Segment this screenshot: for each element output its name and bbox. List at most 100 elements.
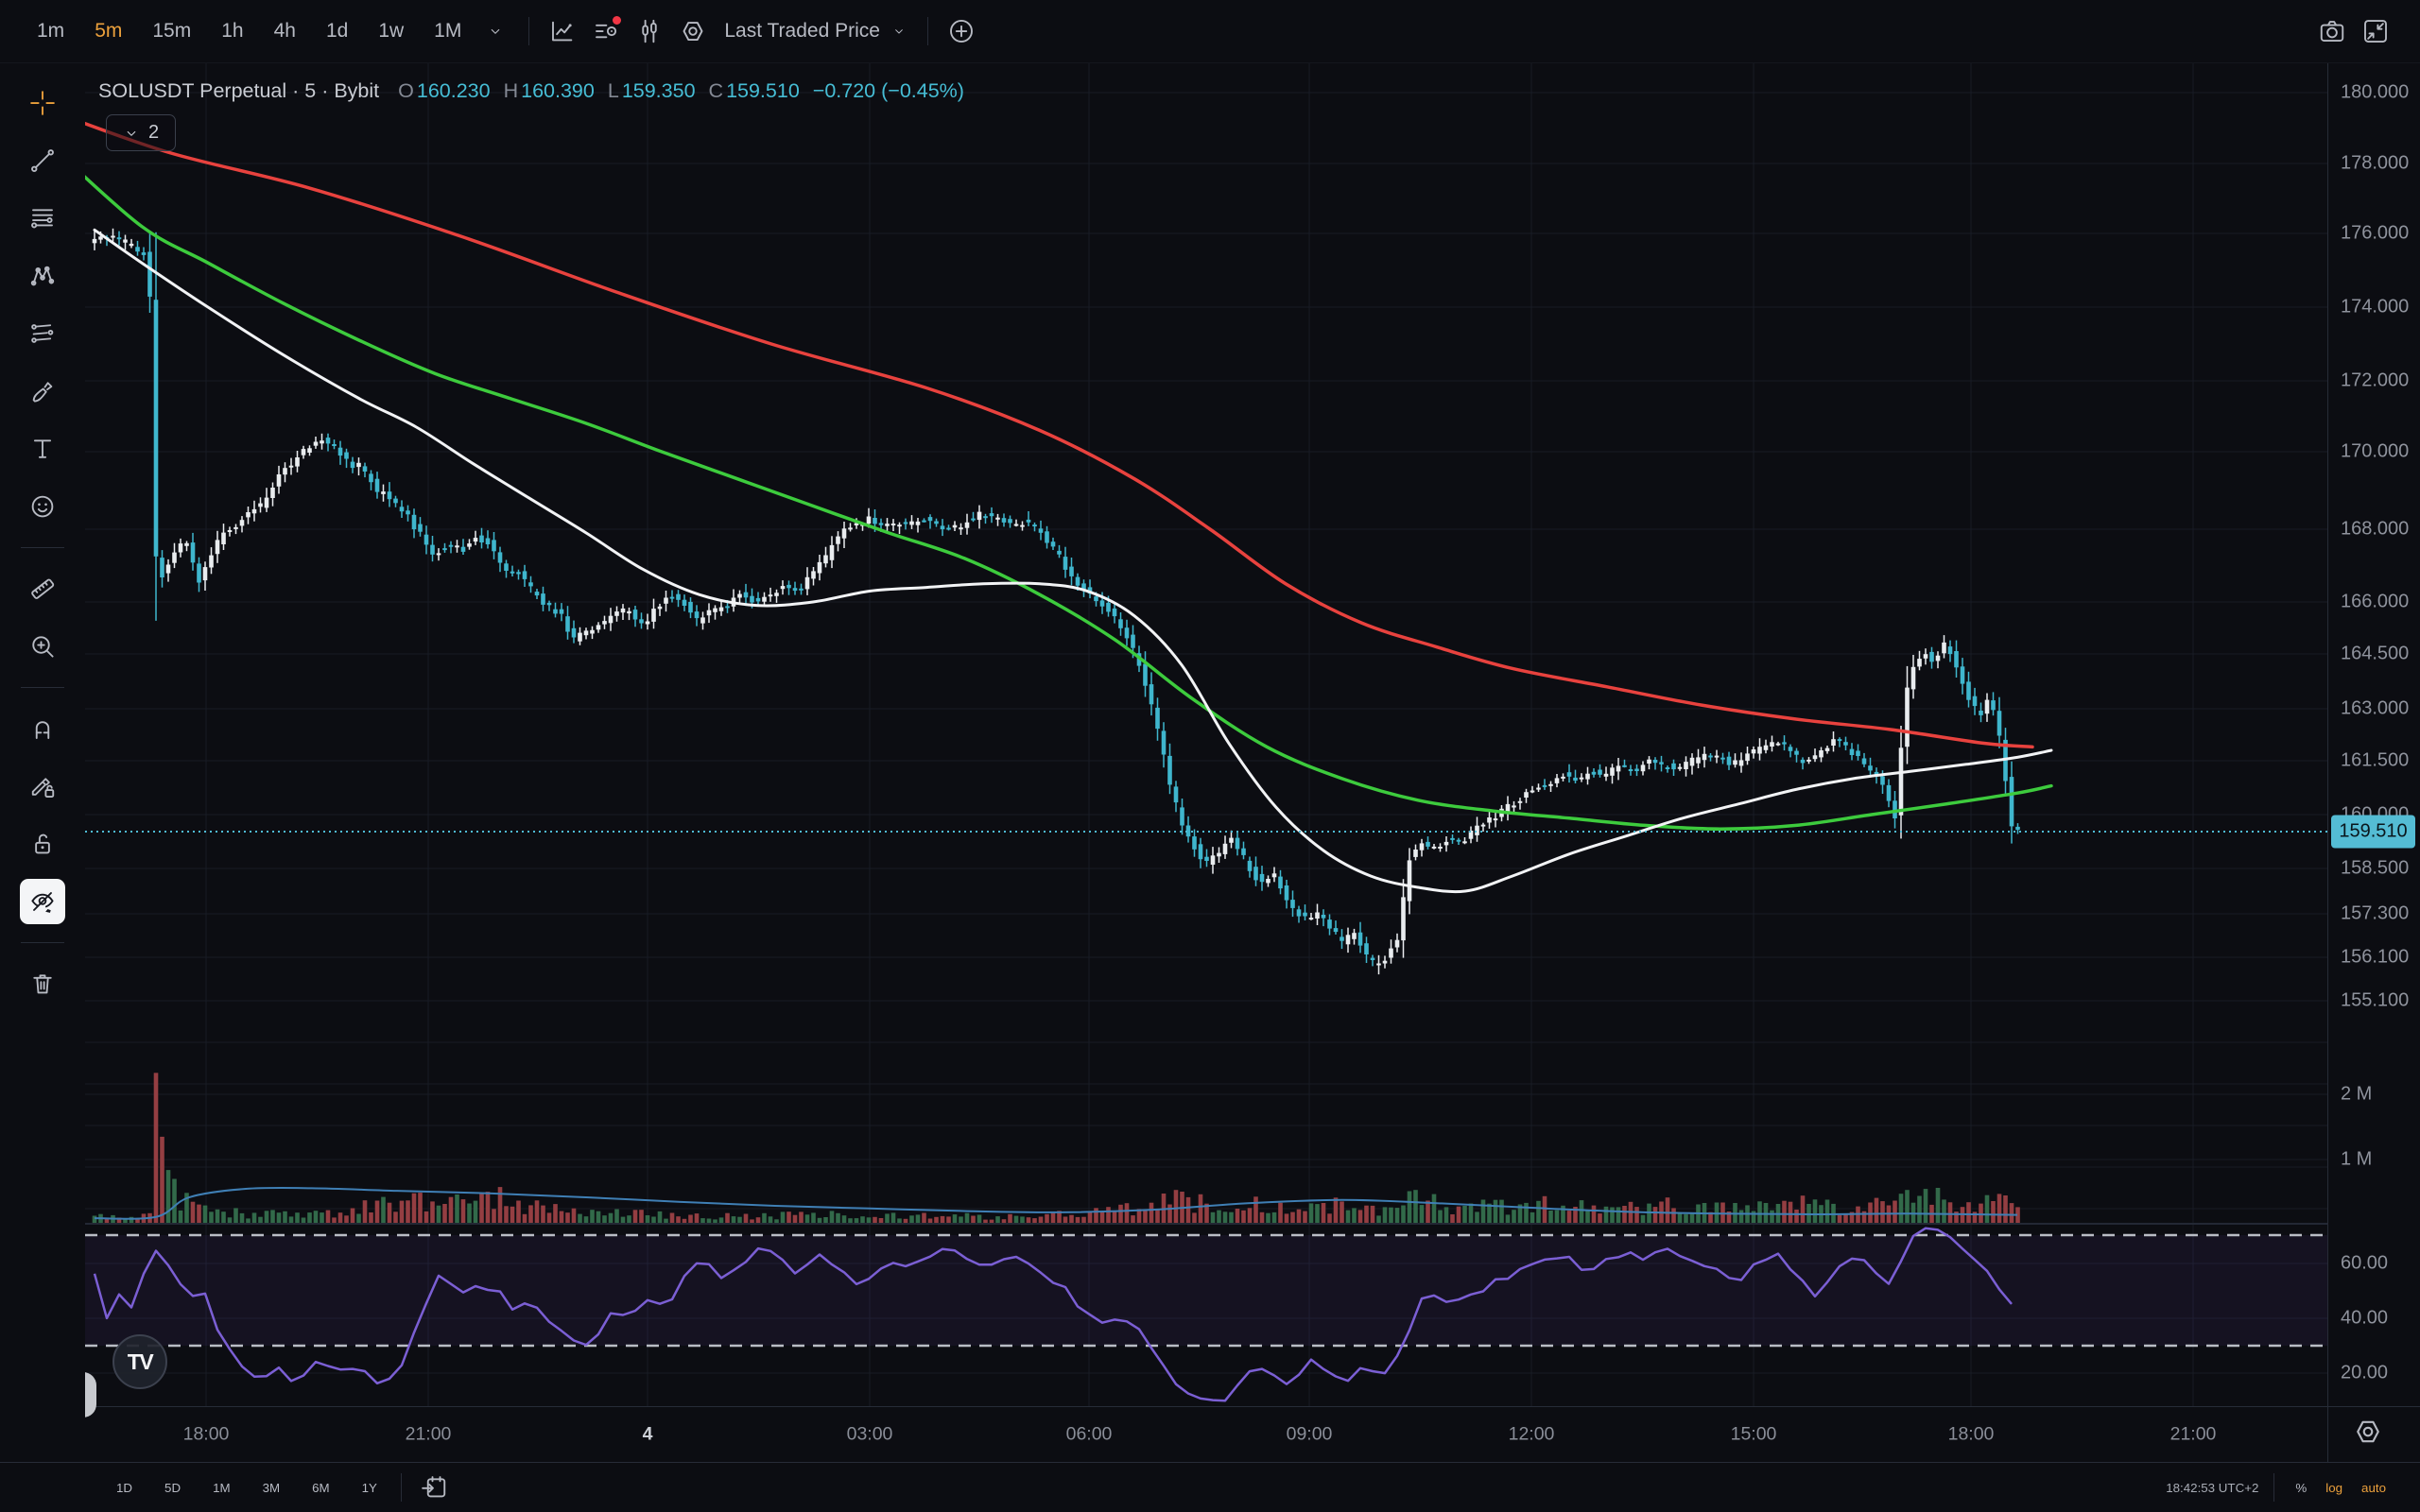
toolbar-divider (401, 1473, 402, 1502)
emoji-icon (28, 492, 57, 521)
price-change: −0.720 (−0.45%) (813, 79, 964, 103)
price-axis-label: 164.500 (2341, 644, 2409, 665)
chart-settings-button[interactable] (671, 9, 715, 53)
text-tool[interactable] (20, 426, 65, 472)
range-1Y[interactable]: 1Y (350, 1476, 389, 1500)
log-scale-button[interactable]: log (2316, 1477, 2352, 1499)
timeframe-15m[interactable]: 15m (140, 12, 203, 50)
range-6M[interactable]: 6M (300, 1476, 342, 1500)
trend-line-tool[interactable] (20, 138, 65, 183)
symbol-title: SOLUSDT Perpetual · 5 · Bybit (98, 79, 379, 103)
calendar-go-icon (420, 1473, 448, 1502)
indicator-count: 2 (148, 122, 159, 144)
plus-circle-icon (947, 17, 976, 45)
timeframe-4h[interactable]: 4h (262, 12, 308, 50)
clock-timezone-button[interactable]: 18:42:53 UTC+2 (2166, 1481, 2258, 1495)
tradingview-app: { "top_toolbar": { "timeframes": [ {"lab… (0, 0, 2420, 1512)
price-axis-label: 155.100 (2341, 990, 2409, 1012)
remove-drawings-icon (28, 970, 57, 998)
xabcd-pattern-tool[interactable] (20, 253, 65, 299)
bottom-toolbar: 1D 5D 1M 3M 6M 1Y 18:42:53 UTC+2 % log auto (0, 1462, 2420, 1512)
chart-type-button[interactable] (541, 9, 584, 53)
magnet-tool[interactable] (20, 706, 65, 751)
timeframe-1m[interactable]: 1m (25, 12, 77, 50)
time-axis-label: 4 (643, 1424, 653, 1446)
symbol-info-bar[interactable]: SOLUSDT Perpetual · 5 · Bybit O160.230 H… (98, 79, 964, 103)
rsi-axis-label: 20.00 (2341, 1363, 2388, 1384)
lock-open-icon (28, 830, 57, 858)
emoji-tool[interactable] (20, 484, 65, 529)
camera-icon (2318, 17, 2346, 45)
fib-retracement-icon (28, 204, 57, 232)
range-5D[interactable]: 5D (152, 1476, 193, 1500)
timeframe-group: 1m5m15m1h4h1d1w1M (25, 12, 474, 50)
price-source-dropdown[interactable]: Last Traded Price (715, 12, 916, 50)
add-chart-button[interactable] (940, 9, 983, 53)
minimize-icon (2361, 17, 2390, 45)
drawing-lock-tool[interactable] (20, 764, 65, 809)
indicators-button[interactable] (584, 9, 628, 53)
timeframe-1d[interactable]: 1d (314, 12, 360, 50)
timeframe-1w[interactable]: 1w (366, 12, 416, 50)
indicators-collapse-badge[interactable]: 2 (106, 114, 176, 151)
measure-tool[interactable] (20, 566, 65, 611)
time-axis-label: 12:00 (1509, 1424, 1555, 1446)
xabcd-pattern-icon (28, 262, 57, 290)
time-axis-settings-button[interactable] (2352, 1416, 2384, 1448)
range-1D[interactable]: 1D (104, 1476, 145, 1500)
percent-scale-button[interactable]: % (2286, 1477, 2316, 1499)
price-axis[interactable]: 180.000178.000176.000174.000172.000170.0… (2327, 63, 2420, 1406)
time-axis-label: 18:00 (183, 1424, 230, 1446)
time-axis-label: 18:00 (1948, 1424, 1995, 1446)
hide-drawings-icon (28, 887, 57, 916)
remove-drawings-tool[interactable] (20, 961, 65, 1006)
range-3M[interactable]: 3M (251, 1476, 293, 1500)
compare-button[interactable] (628, 9, 671, 53)
ohlc-low: L159.350 (608, 79, 696, 103)
compare-candles-icon (635, 17, 664, 45)
parallel-channel-tool[interactable] (20, 311, 65, 356)
toolbar-divider (927, 17, 928, 45)
hide-drawings-tool[interactable] (20, 879, 65, 924)
pane-separator[interactable] (85, 1223, 2420, 1225)
time-axis[interactable]: 18:0021:00403:0006:0009:0012:0015:0018:0… (85, 1406, 2420, 1462)
timeframe-1M[interactable]: 1M (422, 12, 474, 50)
time-axis-label: 06:00 (1066, 1424, 1113, 1446)
exit-fullscreen-button[interactable] (2354, 9, 2397, 53)
fib-retracement-tool[interactable] (20, 196, 65, 241)
magnet-icon (28, 714, 57, 743)
timeframe-menu-caret[interactable] (474, 9, 517, 53)
price-source-label: Last Traded Price (724, 20, 880, 43)
chevron-down-icon (487, 23, 504, 40)
timeframe-5m[interactable]: 5m (82, 12, 134, 50)
chart-type-icon (548, 17, 577, 45)
toolbar-divider (21, 687, 64, 688)
last-price-badge: 159.510 (2331, 816, 2415, 849)
screenshot-button[interactable] (2310, 9, 2354, 53)
lock-all-tool[interactable] (20, 821, 65, 867)
rsi-axis-label: 60.00 (2341, 1253, 2388, 1275)
timeframe-1h[interactable]: 1h (209, 12, 255, 50)
auto-scale-button[interactable]: auto (2352, 1477, 2395, 1499)
chart-canvas[interactable] (85, 63, 2327, 1406)
chevron-down-icon (123, 125, 140, 142)
volume-axis-label: 1 M (2341, 1149, 2372, 1171)
time-axis-label: 03:00 (847, 1424, 893, 1446)
zoom-in-tool[interactable] (20, 624, 65, 669)
axis-divider (2327, 1407, 2328, 1462)
drawing-toolbar (0, 63, 85, 1462)
tradingview-logo[interactable]: TV (112, 1334, 167, 1389)
time-axis-label: 21:00 (406, 1424, 452, 1446)
time-axis-label: 21:00 (2170, 1424, 2217, 1446)
chevron-down-icon (891, 24, 907, 39)
toolbar-divider (528, 17, 529, 45)
goto-date-button[interactable] (413, 1467, 455, 1508)
crosshair-tool[interactable] (20, 80, 65, 126)
price-axis-label: 158.500 (2341, 858, 2409, 880)
price-axis-label: 156.100 (2341, 947, 2409, 969)
range-1M[interactable]: 1M (200, 1476, 243, 1500)
date-range-group: 1D 5D 1M 3M 6M 1Y (104, 1476, 389, 1500)
ohlc-close: C159.510 (709, 79, 800, 103)
price-axis-label: 178.000 (2341, 153, 2409, 175)
brush-tool[interactable] (20, 369, 65, 414)
